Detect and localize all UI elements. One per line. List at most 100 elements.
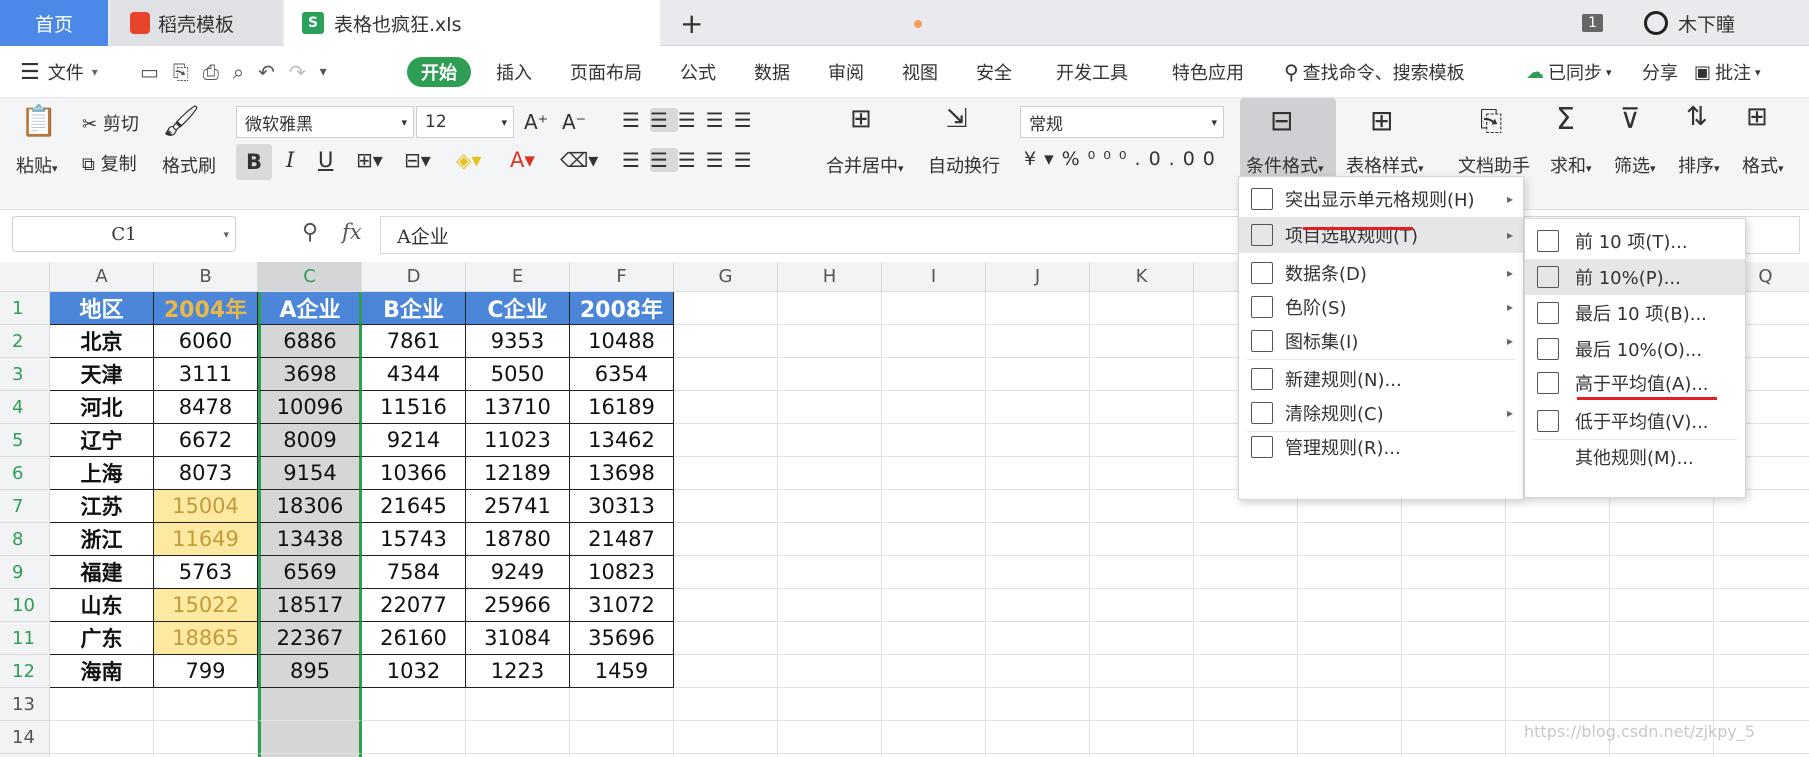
cell-D11[interactable]: 26160	[362, 622, 466, 655]
cell-N13[interactable]	[1402, 688, 1506, 721]
cell-I2[interactable]	[882, 325, 986, 358]
cell-L12[interactable]	[1194, 655, 1298, 688]
cell-H11[interactable]	[778, 622, 882, 655]
submenu-item-0[interactable]: 前 10 项(T)...	[1525, 223, 1745, 259]
cell-G7[interactable]	[674, 490, 778, 523]
cell-J10[interactable]	[986, 589, 1090, 622]
cell-H7[interactable]	[778, 490, 882, 523]
cell-F5[interactable]: 13462	[570, 424, 674, 457]
row-header-8[interactable]: 8	[0, 523, 50, 556]
cell-F7[interactable]: 30313	[570, 490, 674, 523]
cell-G6[interactable]	[674, 457, 778, 490]
cell-H9[interactable]	[778, 556, 882, 589]
tab-view[interactable]: 视图	[902, 46, 938, 98]
cell-O12[interactable]	[1506, 655, 1610, 688]
submenu-item-4[interactable]: 高于平均值(A)...	[1525, 365, 1745, 401]
cell-K13[interactable]	[1090, 688, 1194, 721]
cell-L9[interactable]	[1194, 556, 1298, 589]
cell-B12[interactable]: 799	[154, 655, 258, 688]
cell-I10[interactable]	[882, 589, 986, 622]
cell-G14[interactable]	[674, 721, 778, 754]
search-command[interactable]: ⚲ 查找命令、搜索模板	[1284, 46, 1465, 98]
cell-M13[interactable]	[1298, 688, 1402, 721]
cell-O11[interactable]	[1506, 622, 1610, 655]
cell-P13[interactable]	[1610, 688, 1714, 721]
tab-daoke[interactable]: 稻壳模板	[110, 0, 282, 46]
cell-D13[interactable]	[362, 688, 466, 721]
sync-status[interactable]: ☁ 已同步 ▾	[1526, 46, 1612, 98]
cell-E13[interactable]	[466, 688, 570, 721]
menu-item-2[interactable]: 数据条(D) ▸	[1239, 255, 1523, 291]
cell-D10[interactable]: 22077	[362, 589, 466, 622]
sum-icon[interactable]: Σ	[1556, 102, 1575, 137]
menu-item-4[interactable]: 图标集(I) ▸	[1239, 323, 1523, 359]
zoom-icon[interactable]: ⚲	[302, 220, 318, 245]
cell-M10[interactable]	[1298, 589, 1402, 622]
cell-A9[interactable]: 福建	[50, 556, 154, 589]
italic-button[interactable]: I	[286, 148, 294, 172]
undo-icon[interactable]: ↶	[258, 60, 275, 84]
cell-E3[interactable]: 5050	[466, 358, 570, 391]
cell-H12[interactable]	[778, 655, 882, 688]
cell-K5[interactable]	[1090, 424, 1194, 457]
cell-F8[interactable]: 21487	[570, 523, 674, 556]
cell-B6[interactable]: 8073	[154, 457, 258, 490]
brush-icon[interactable]: 🖌	[162, 104, 200, 139]
cell-F9[interactable]: 10823	[570, 556, 674, 589]
cell-L8[interactable]	[1194, 523, 1298, 556]
filter-button[interactable]: 筛选▾	[1614, 152, 1656, 178]
format-icon[interactable]: ⊞	[1746, 102, 1768, 132]
merge-icon[interactable]: ⊞	[850, 104, 872, 134]
cell-G8[interactable]	[674, 523, 778, 556]
tab-formula[interactable]: 公式	[680, 46, 716, 98]
cell-G12[interactable]	[674, 655, 778, 688]
cell-A5[interactable]: 辽宁	[50, 424, 154, 457]
file-menu[interactable]: ☰ 文件 ▾	[20, 46, 98, 98]
cell-E1[interactable]: C企业	[466, 292, 570, 325]
cell-J14[interactable]	[986, 721, 1090, 754]
cell-A1[interactable]: 地区	[50, 292, 154, 325]
cell-I11[interactable]	[882, 622, 986, 655]
submenu-item-3[interactable]: 最后 10%(O)...	[1525, 331, 1745, 367]
eraser-icon[interactable]: ⌫▾	[560, 148, 598, 172]
cell-D2[interactable]: 7861	[362, 325, 466, 358]
cell-F12[interactable]: 1459	[570, 655, 674, 688]
cell-B5[interactable]: 6672	[154, 424, 258, 457]
wrap-text-button[interactable]: 自动换行	[928, 152, 1000, 178]
cell-M9[interactable]	[1298, 556, 1402, 589]
cell-K11[interactable]	[1090, 622, 1194, 655]
cell-K2[interactable]	[1090, 325, 1194, 358]
column-header-G[interactable]: G	[674, 262, 778, 292]
cell-J8[interactable]	[986, 523, 1090, 556]
cell-C5[interactable]: 8009	[258, 424, 362, 457]
cell-J5[interactable]	[986, 424, 1090, 457]
cell-C2[interactable]: 6886	[258, 325, 362, 358]
font-size-select[interactable]: 12 ▾	[416, 106, 514, 138]
cell-D12[interactable]: 1032	[362, 655, 466, 688]
cell-I3[interactable]	[882, 358, 986, 391]
share-button[interactable]: 分享	[1642, 46, 1678, 98]
cell-F10[interactable]: 31072	[570, 589, 674, 622]
row-header-10[interactable]: 10	[0, 589, 50, 622]
cell-E9[interactable]: 9249	[466, 556, 570, 589]
cell-C4[interactable]: 10096	[258, 391, 362, 424]
column-header-F[interactable]: F	[570, 262, 674, 292]
cell-K9[interactable]	[1090, 556, 1194, 589]
cell-I13[interactable]	[882, 688, 986, 721]
cell-J6[interactable]	[986, 457, 1090, 490]
column-header-A[interactable]: A	[50, 262, 154, 292]
bold-button[interactable]: B	[236, 144, 272, 180]
cell-E4[interactable]: 13710	[466, 391, 570, 424]
tab-insert[interactable]: 插入	[496, 46, 532, 98]
column-header-C[interactable]: C	[258, 262, 362, 292]
cell-Q10[interactable]	[1714, 589, 1809, 622]
cell-B13[interactable]	[154, 688, 258, 721]
cell-J13[interactable]	[986, 688, 1090, 721]
cell-E14[interactable]	[466, 721, 570, 754]
cell-A2[interactable]: 北京	[50, 325, 154, 358]
row-header-12[interactable]: 12	[0, 655, 50, 688]
fx-button[interactable]: fx	[342, 220, 362, 244]
cell-F1[interactable]: 2008年	[570, 292, 674, 325]
cell-G9[interactable]	[674, 556, 778, 589]
cell-D8[interactable]: 15743	[362, 523, 466, 556]
